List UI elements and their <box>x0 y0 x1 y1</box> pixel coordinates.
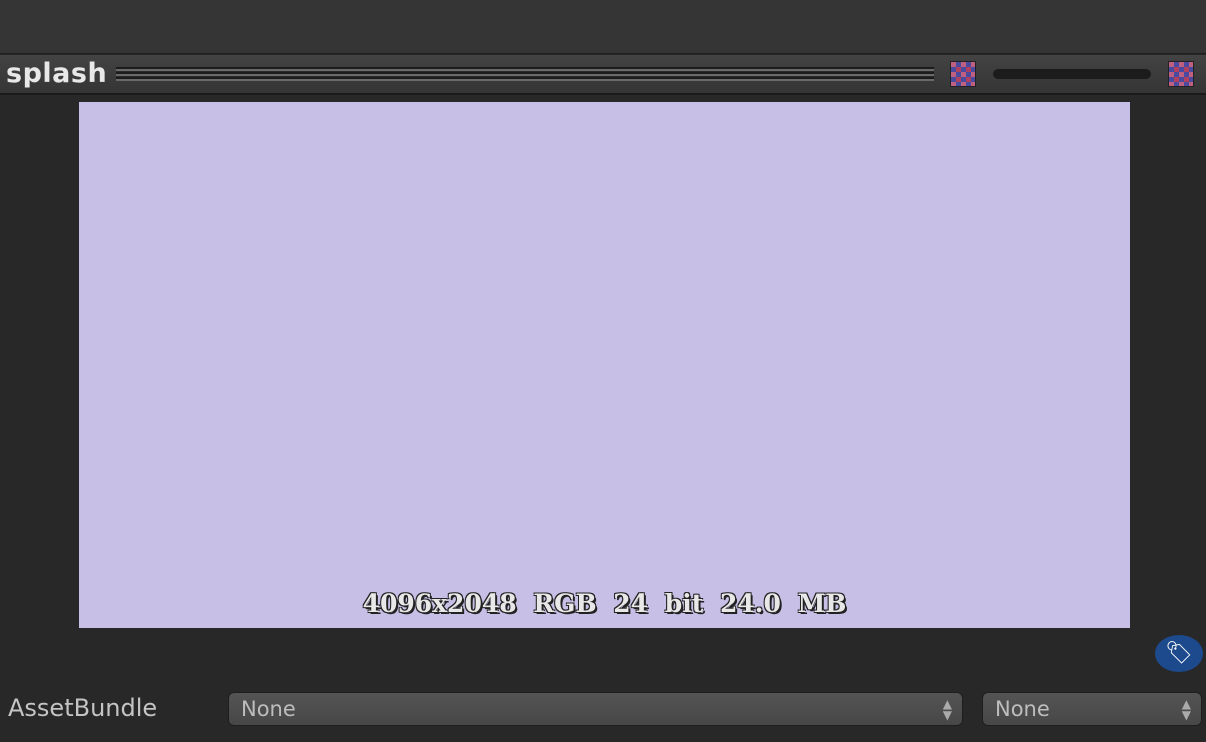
top-toolbar <box>0 0 1206 54</box>
asset-bundle-value: None <box>241 697 296 721</box>
asset-title: splash <box>6 58 108 89</box>
texture-preview: 4096x2048 RGB 24 bit 24.0 MB <box>79 102 1130 628</box>
texture-info: 4096x2048 RGB 24 bit 24.0 MB <box>362 589 847 618</box>
mip-level-slider[interactable] <box>993 69 1151 79</box>
asset-bundle-variant-value: None <box>995 697 1050 721</box>
mip-checker-icon[interactable] <box>1168 61 1194 87</box>
updown-arrows-icon: ▲ ▼ <box>942 697 952 722</box>
tag-icon[interactable]: 🏷 <box>1155 635 1203 672</box>
resize-handle[interactable] <box>116 67 934 81</box>
preview-header: splash <box>0 55 1206 95</box>
asset-bundle-label: AssetBundle <box>8 694 158 722</box>
asset-bundle-dropdown[interactable]: None ▲ ▼ <box>228 692 963 726</box>
updown-arrows-icon: ▲ ▼ <box>1181 697 1191 722</box>
asset-bundle-variant-dropdown[interactable]: None ▲ ▼ <box>982 692 1202 726</box>
rgb-alpha-toggle-icon[interactable] <box>950 61 976 87</box>
